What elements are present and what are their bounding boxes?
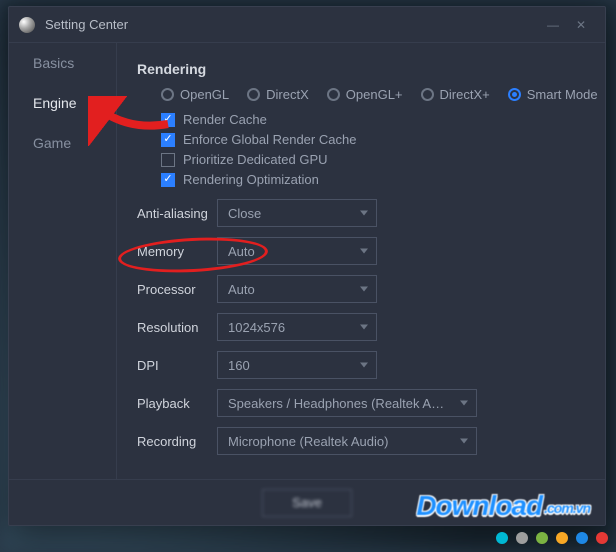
checkbox-icon [161, 133, 175, 147]
radio-opengl[interactable]: OpenGL [161, 87, 229, 102]
select-recording[interactable]: Microphone (Realtek Audio) [217, 427, 477, 455]
dot-icon [576, 532, 588, 544]
radio-label: OpenGL+ [346, 87, 403, 102]
select-value: Speakers / Headphones (Realtek Audio) [228, 396, 448, 411]
select-anti-aliasing[interactable]: Close [217, 199, 377, 227]
dot-icon [516, 532, 528, 544]
select-memory[interactable]: Auto [217, 237, 377, 265]
window-title: Setting Center [45, 17, 539, 32]
radio-directx[interactable]: DirectX [247, 87, 309, 102]
titlebar: Setting Center — ✕ [9, 7, 605, 43]
select-value: Close [228, 206, 261, 221]
decorative-dots [496, 532, 608, 544]
radio-label: OpenGL [180, 87, 229, 102]
label-resolution: Resolution [137, 320, 217, 335]
label-memory: Memory [137, 244, 217, 259]
chevron-down-icon [360, 287, 368, 292]
select-playback[interactable]: Speakers / Headphones (Realtek Audio) [217, 389, 477, 417]
checkbox-icon [161, 153, 175, 167]
sidebar-item-basics[interactable]: Basics [9, 43, 116, 83]
radio-smart-mode[interactable]: Smart Mode [508, 87, 598, 102]
save-button[interactable]: Save [262, 489, 352, 517]
label-playback: Playback [137, 396, 217, 411]
minimize-button[interactable]: — [539, 11, 567, 39]
select-value: Microphone (Realtek Audio) [228, 434, 388, 449]
close-button[interactable]: ✕ [567, 11, 595, 39]
select-value: 160 [228, 358, 250, 373]
label-recording: Recording [137, 434, 217, 449]
radio-directx-plus[interactable]: DirectX+ [421, 87, 490, 102]
radio-dot-icon [327, 88, 340, 101]
sidebar: Basics Engine Game [9, 43, 117, 479]
render-checks: Render Cache Enforce Global Render Cache… [161, 112, 585, 187]
dot-icon [556, 532, 568, 544]
radio-dot-icon [421, 88, 434, 101]
check-render-opt[interactable]: Rendering Optimization [161, 172, 585, 187]
chevron-down-icon [360, 249, 368, 254]
checkbox-icon [161, 173, 175, 187]
check-prioritize-gpu[interactable]: Prioritize Dedicated GPU [161, 152, 585, 167]
radio-dot-icon [247, 88, 260, 101]
watermark: Download.com.vn [416, 490, 590, 522]
select-value: Auto [228, 282, 255, 297]
dot-icon [536, 532, 548, 544]
radio-label: Smart Mode [527, 87, 598, 102]
radio-opengl-plus[interactable]: OpenGL+ [327, 87, 403, 102]
chevron-down-icon [460, 439, 468, 444]
chevron-down-icon [360, 211, 368, 216]
app-icon [19, 17, 35, 33]
dot-icon [596, 532, 608, 544]
sidebar-item-label: Game [33, 135, 71, 151]
radio-label: DirectX [266, 87, 309, 102]
label-anti-aliasing: Anti-aliasing [137, 206, 217, 221]
select-processor[interactable]: Auto [217, 275, 377, 303]
radio-label: DirectX+ [440, 87, 490, 102]
check-label: Enforce Global Render Cache [183, 132, 356, 147]
settings-content: Rendering OpenGL DirectX OpenGL+ DirectX… [117, 43, 605, 479]
sidebar-item-engine[interactable]: Engine [9, 83, 116, 123]
select-resolution[interactable]: 1024x576 [217, 313, 377, 341]
check-label: Rendering Optimization [183, 172, 319, 187]
sidebar-item-label: Basics [33, 55, 74, 71]
sidebar-item-game[interactable]: Game [9, 123, 116, 163]
chevron-down-icon [360, 325, 368, 330]
sidebar-item-label: Engine [33, 95, 77, 111]
select-dpi[interactable]: 160 [217, 351, 377, 379]
check-enforce-global[interactable]: Enforce Global Render Cache [161, 132, 585, 147]
check-label: Render Cache [183, 112, 267, 127]
radio-dot-icon [508, 88, 521, 101]
select-value: 1024x576 [228, 320, 285, 335]
check-label: Prioritize Dedicated GPU [183, 152, 328, 167]
render-mode-group: OpenGL DirectX OpenGL+ DirectX+ Smart Mo… [161, 87, 585, 102]
select-value: Auto [228, 244, 255, 259]
check-render-cache[interactable]: Render Cache [161, 112, 585, 127]
radio-dot-icon [161, 88, 174, 101]
section-title-rendering: Rendering [137, 61, 585, 77]
label-dpi: DPI [137, 358, 217, 373]
chevron-down-icon [460, 401, 468, 406]
checkbox-icon [161, 113, 175, 127]
label-processor: Processor [137, 282, 217, 297]
chevron-down-icon [360, 363, 368, 368]
dot-icon [496, 532, 508, 544]
settings-window: Setting Center — ✕ Basics Engine Game Re… [8, 6, 606, 526]
